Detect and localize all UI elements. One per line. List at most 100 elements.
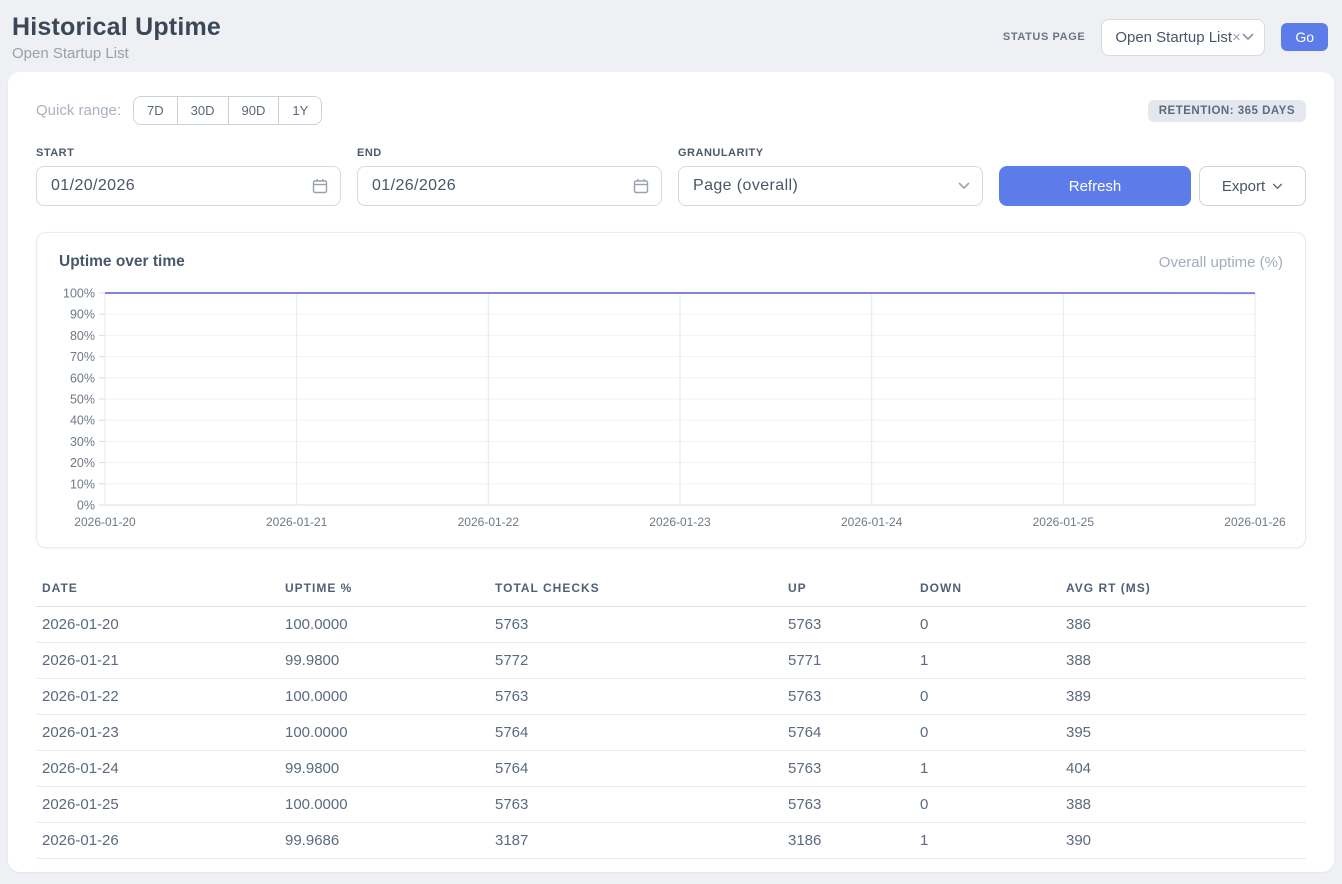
- table-cell: 386: [1060, 607, 1306, 643]
- quick-range-group: 7D 30D 90D 1Y: [133, 96, 322, 125]
- table-body: 2026-01-20100.00005763576303862026-01-21…: [36, 607, 1306, 859]
- table-cell: 2026-01-21: [36, 643, 279, 679]
- table-cell: 3187: [489, 823, 782, 859]
- table-cell: 0: [914, 607, 1060, 643]
- quick-range-label: Quick range:: [36, 102, 121, 119]
- table-cell: 5772: [489, 643, 782, 679]
- svg-text:20%: 20%: [70, 456, 95, 470]
- table-cell: 5763: [782, 607, 914, 643]
- table-header-row: DATEUPTIME %TOTAL CHECKSUPDOWNAVG RT (MS…: [36, 572, 1306, 607]
- start-date-label: START: [36, 147, 341, 159]
- export-label: Export: [1222, 178, 1265, 195]
- svg-text:10%: 10%: [70, 477, 95, 491]
- svg-text:80%: 80%: [70, 329, 95, 343]
- start-date-value: 01/20/2026: [51, 177, 135, 195]
- end-date-input[interactable]: 01/26/2026: [357, 166, 662, 206]
- granularity-value: Page (overall): [693, 177, 798, 195]
- table-cell: 99.9800: [279, 643, 489, 679]
- table-cell: 2026-01-25: [36, 787, 279, 823]
- page-subtitle: Open Startup List: [12, 45, 221, 62]
- table-row: 2026-01-22100.0000576357630389: [36, 679, 1306, 715]
- top-bar: Historical Uptime Open Startup List STAT…: [0, 0, 1342, 72]
- table-cell: 5764: [489, 715, 782, 751]
- start-date-field: START 01/20/2026: [36, 147, 341, 206]
- table-cell: 388: [1060, 643, 1306, 679]
- uptime-chart: 0%10%20%30%40%50%60%70%80%90%100%2026-01…: [59, 283, 1283, 535]
- column-header: DOWN: [914, 572, 1060, 607]
- svg-text:2026-01-25: 2026-01-25: [1033, 515, 1095, 529]
- table-cell: 2026-01-23: [36, 715, 279, 751]
- table-cell: 0: [914, 787, 1060, 823]
- table-cell: 5763: [782, 751, 914, 787]
- main-panel: Quick range: 7D 30D 90D 1Y RETENTION: 36…: [8, 72, 1334, 872]
- table-cell: 5771: [782, 643, 914, 679]
- table-cell: 5763: [489, 787, 782, 823]
- status-page-label: STATUS PAGE: [1003, 31, 1085, 43]
- table-cell: 390: [1060, 823, 1306, 859]
- table-cell: 5763: [782, 679, 914, 715]
- table-cell: 5763: [489, 607, 782, 643]
- table-cell: 1: [914, 751, 1060, 787]
- svg-text:0%: 0%: [77, 499, 95, 513]
- calendar-icon[interactable]: [312, 178, 328, 194]
- table-cell: 5764: [489, 751, 782, 787]
- table-cell: 389: [1060, 679, 1306, 715]
- column-header: UP: [782, 572, 914, 607]
- table-row: 2026-01-23100.0000576457640395: [36, 715, 1306, 751]
- status-page-value: Open Startup List: [1115, 29, 1232, 46]
- table-cell: 3186: [782, 823, 914, 859]
- quick-range-row: Quick range: 7D 30D 90D 1Y RETENTION: 36…: [36, 96, 1306, 125]
- svg-text:2026-01-24: 2026-01-24: [841, 515, 903, 529]
- quick-range-90d-button[interactable]: 90D: [228, 97, 279, 124]
- chart-legend: Overall uptime (%): [1159, 254, 1283, 271]
- refresh-button[interactable]: Refresh: [999, 166, 1191, 206]
- column-header: TOTAL CHECKS: [489, 572, 782, 607]
- svg-text:60%: 60%: [70, 371, 95, 385]
- table-cell: 100.0000: [279, 715, 489, 751]
- table-cell: 404: [1060, 751, 1306, 787]
- table-cell: 0: [914, 715, 1060, 751]
- column-header: UPTIME %: [279, 572, 489, 607]
- quick-range-7d-button[interactable]: 7D: [134, 97, 177, 124]
- export-button[interactable]: Export: [1199, 166, 1306, 206]
- svg-text:2026-01-22: 2026-01-22: [458, 515, 520, 529]
- table-row: 2026-01-25100.0000576357630388: [36, 787, 1306, 823]
- go-button[interactable]: Go: [1281, 23, 1328, 51]
- svg-text:70%: 70%: [70, 350, 95, 364]
- table-row: 2026-01-20100.0000576357630386: [36, 607, 1306, 643]
- svg-text:90%: 90%: [70, 308, 95, 322]
- table-cell: 2026-01-22: [36, 679, 279, 715]
- table-cell: 0: [914, 679, 1060, 715]
- start-date-input[interactable]: 01/20/2026: [36, 166, 341, 206]
- table-cell: 5764: [782, 715, 914, 751]
- granularity-label: GRANULARITY: [678, 147, 983, 159]
- calendar-icon[interactable]: [633, 178, 649, 194]
- end-date-label: END: [357, 147, 662, 159]
- filter-fields-row: START 01/20/2026 END 01/26/2026 GRANULAR…: [36, 147, 1306, 206]
- table-row: 2026-01-2699.9686318731861390: [36, 823, 1306, 859]
- retention-badge: RETENTION: 365 DAYS: [1148, 100, 1306, 122]
- table-cell: 5763: [782, 787, 914, 823]
- table-cell: 5763: [489, 679, 782, 715]
- quick-range-30d-button[interactable]: 30D: [177, 97, 228, 124]
- table-cell: 100.0000: [279, 607, 489, 643]
- status-page-select[interactable]: Open Startup List ×: [1101, 19, 1265, 56]
- svg-text:30%: 30%: [70, 435, 95, 449]
- column-header: DATE: [36, 572, 279, 607]
- clear-icon[interactable]: ×: [1232, 30, 1241, 45]
- svg-text:2026-01-21: 2026-01-21: [266, 515, 328, 529]
- end-date-value: 01/26/2026: [372, 177, 456, 195]
- uptime-table: DATEUPTIME %TOTAL CHECKSUPDOWNAVG RT (MS…: [36, 572, 1306, 859]
- table-cell: 395: [1060, 715, 1306, 751]
- table-cell: 2026-01-24: [36, 751, 279, 787]
- quick-range-1y-button[interactable]: 1Y: [278, 97, 321, 124]
- end-date-field: END 01/26/2026: [357, 147, 662, 206]
- chevron-down-icon: [1272, 183, 1283, 190]
- table-cell: 1: [914, 823, 1060, 859]
- chevron-down-icon: [958, 182, 970, 190]
- chart-card: Uptime over time Overall uptime (%) 0%10…: [36, 232, 1306, 548]
- table-cell: 99.9800: [279, 751, 489, 787]
- table-cell: 99.9686: [279, 823, 489, 859]
- granularity-select[interactable]: Page (overall): [678, 166, 983, 206]
- table-cell: 2026-01-20: [36, 607, 279, 643]
